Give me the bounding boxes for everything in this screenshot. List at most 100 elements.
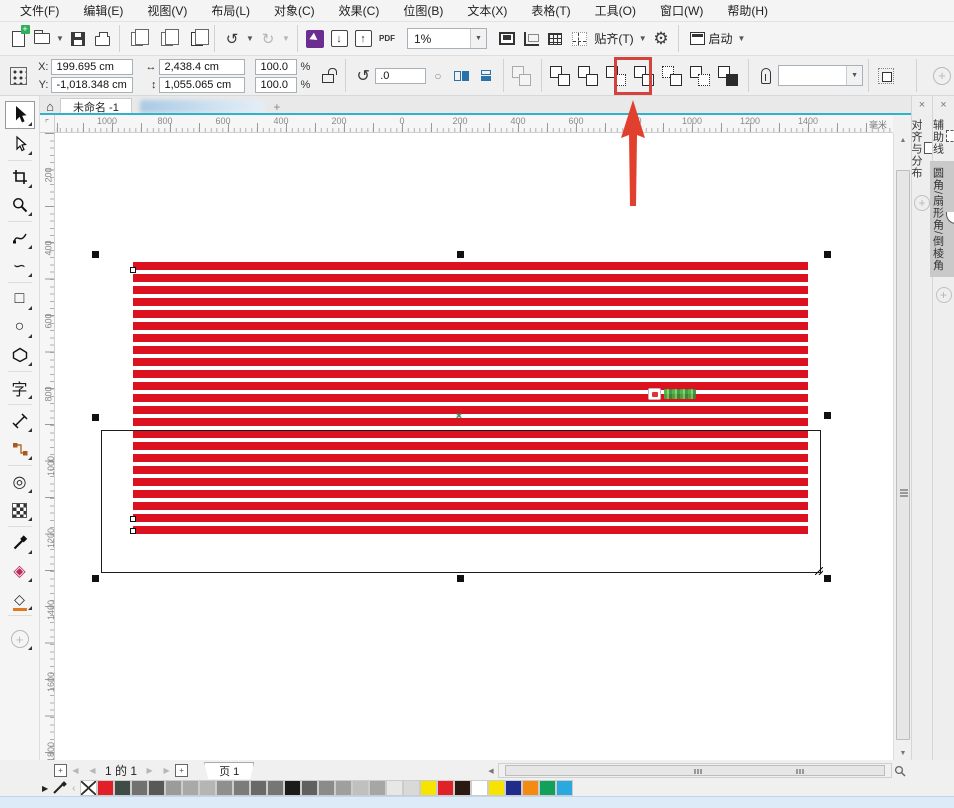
swatch-gray-e7[interactable] bbox=[386, 780, 403, 796]
docker-add-button[interactable]: + bbox=[914, 195, 930, 211]
polygon-tool[interactable] bbox=[6, 342, 34, 368]
undo-button[interactable]: ↺ bbox=[220, 26, 244, 52]
horizontal-scroll-thumb[interactable] bbox=[505, 765, 885, 776]
import-button[interactable]: ↓ bbox=[327, 26, 351, 52]
weld-button[interactable] bbox=[547, 63, 573, 89]
docker-add-button[interactable]: + bbox=[936, 287, 952, 303]
selection-handle-0[interactable] bbox=[92, 251, 99, 258]
x-position-field[interactable]: 199.695 cm bbox=[51, 59, 133, 75]
horizontal-ruler[interactable]: 毫米10008006004002000200400600800100012001… bbox=[55, 115, 893, 133]
swatch-gray-70[interactable] bbox=[131, 780, 148, 796]
copy-button[interactable] bbox=[155, 26, 179, 52]
object-width-field[interactable]: 2,438.4 cm bbox=[159, 59, 245, 75]
show-guidelines-button[interactable] bbox=[567, 26, 591, 52]
drawing-canvas[interactable]: × bbox=[55, 133, 893, 760]
vertical-ruler[interactable]: 20040060080010001200140016001800 bbox=[40, 133, 55, 760]
fill-pattern-tool[interactable] bbox=[6, 497, 34, 523]
object-height-field[interactable]: 1,055.065 cm bbox=[159, 77, 245, 93]
publish-pdf-button[interactable]: PDF bbox=[375, 26, 399, 52]
interactive-fill-tool[interactable]: ◈ bbox=[6, 558, 34, 584]
customize-button[interactable]: + bbox=[6, 626, 34, 652]
swatch-gray-7b[interactable] bbox=[233, 780, 250, 796]
swatch-gray-55[interactable] bbox=[148, 780, 165, 796]
smart-fill-tool[interactable]: ◇ bbox=[6, 586, 34, 612]
navigator-zoom-button[interactable] bbox=[892, 763, 908, 778]
crop-tool[interactable] bbox=[6, 164, 34, 190]
outline-pen-button[interactable] bbox=[754, 63, 778, 89]
artistic-media-tool[interactable]: ∽ bbox=[6, 253, 34, 279]
menu-item-window[interactable]: 窗口(W) bbox=[648, 0, 715, 21]
intersect-button[interactable] bbox=[603, 63, 629, 89]
outline-width-combo[interactable]: ▼ bbox=[778, 65, 863, 86]
open-dropdown[interactable]: ▼ bbox=[54, 26, 66, 52]
swatch-sky-blue[interactable] bbox=[556, 780, 573, 796]
document-tab-blurred[interactable] bbox=[140, 100, 265, 113]
undo-dropdown[interactable]: ▼ bbox=[244, 26, 256, 52]
open-button[interactable] bbox=[30, 26, 54, 52]
next-page-button[interactable]: ▶ bbox=[142, 762, 157, 778]
menu-item-file[interactable]: 文件(F) bbox=[8, 0, 71, 21]
text-tool[interactable]: 字 bbox=[6, 375, 34, 401]
menu-item-edit[interactable]: 编辑(E) bbox=[71, 0, 135, 21]
mirror-horizontal-button[interactable] bbox=[450, 63, 474, 89]
scale-h-field[interactable]: 100.0 bbox=[255, 59, 297, 75]
add-page-start-button[interactable]: + bbox=[54, 764, 67, 777]
vertical-scroll-thumb[interactable] bbox=[896, 170, 910, 740]
swatch-dark-olive[interactable] bbox=[114, 780, 131, 796]
pick-tool[interactable] bbox=[5, 101, 35, 129]
vertical-scrollbar[interactable]: ▲ ▼ bbox=[893, 133, 911, 760]
curve-node-2[interactable] bbox=[130, 528, 136, 534]
docker-close-button[interactable]: × bbox=[933, 96, 954, 113]
show-rulers-button[interactable] bbox=[519, 26, 543, 52]
swatch-gray-60[interactable] bbox=[301, 780, 318, 796]
menu-item-table[interactable]: 表格(T) bbox=[519, 0, 582, 21]
swatch-gray-d9[interactable] bbox=[403, 780, 420, 796]
swatch-gray-76[interactable] bbox=[267, 780, 284, 796]
menu-item-bitmaps[interactable]: 位图(B) bbox=[391, 0, 455, 21]
lock-ratio-button[interactable] bbox=[316, 63, 340, 89]
menu-item-help[interactable]: 帮助(H) bbox=[715, 0, 780, 21]
page-tab[interactable]: 页 1 bbox=[204, 762, 254, 779]
ruler-origin-corner[interactable]: ⌜ bbox=[40, 115, 55, 133]
options-button[interactable]: ⚙ bbox=[649, 26, 673, 52]
selection-handle-1[interactable] bbox=[457, 251, 464, 258]
curve-node-1[interactable] bbox=[130, 516, 136, 522]
selection-handle-7[interactable] bbox=[824, 575, 831, 582]
swatch-white[interactable] bbox=[471, 780, 488, 796]
docker-close-button[interactable]: × bbox=[912, 96, 932, 113]
selection-center-marker[interactable]: × bbox=[456, 412, 462, 422]
swatch-gray-9f[interactable] bbox=[335, 780, 352, 796]
create-boundary-button[interactable] bbox=[715, 63, 741, 89]
cut-button[interactable] bbox=[125, 26, 149, 52]
new-document-button[interactable] bbox=[6, 26, 30, 52]
launch-button[interactable]: 启动 ▼ bbox=[684, 26, 754, 52]
back-minus-front-button[interactable] bbox=[687, 63, 713, 89]
swatch-gray-8f[interactable] bbox=[216, 780, 233, 796]
snap-to-dropdown[interactable]: ▼ bbox=[637, 26, 649, 52]
swatch-gray-69[interactable] bbox=[250, 780, 267, 796]
menu-item-view[interactable]: 视图(V) bbox=[135, 0, 199, 21]
previous-page-button[interactable]: ◀ bbox=[85, 762, 100, 778]
swatch-red-2[interactable] bbox=[437, 780, 454, 796]
eyedropper-tool[interactable] bbox=[6, 530, 34, 556]
save-button[interactable] bbox=[66, 26, 90, 52]
outline-width-dropdown[interactable]: ▼ bbox=[846, 66, 862, 85]
menu-item-tools[interactable]: 工具(O) bbox=[583, 0, 648, 21]
swatch-no-color[interactable] bbox=[80, 780, 97, 796]
menu-item-object[interactable]: 对象(C) bbox=[262, 0, 327, 21]
swatch-gray-8b[interactable] bbox=[318, 780, 335, 796]
transparency-tool[interactable]: ◎ bbox=[6, 469, 34, 495]
selection-handle-3[interactable] bbox=[92, 414, 99, 421]
docker-tab-corner[interactable]: 圆角/扇形角/倒棱角 bbox=[930, 161, 954, 277]
paste-button[interactable] bbox=[185, 26, 209, 52]
wrap-text-button[interactable] bbox=[874, 63, 898, 89]
rotation-angle-field[interactable]: .0 bbox=[375, 68, 426, 84]
ellipse-tool[interactable]: ○ bbox=[6, 314, 34, 340]
shape-tool[interactable] bbox=[6, 131, 34, 157]
swatch-green[interactable] bbox=[539, 780, 556, 796]
palette-scroll-left[interactable]: ‹ bbox=[72, 783, 75, 794]
docker-tab-guidelines[interactable]: 辅助线 bbox=[930, 113, 954, 161]
swatch-gray-a6[interactable] bbox=[369, 780, 386, 796]
rectangle-tool[interactable]: □ bbox=[6, 286, 34, 312]
selection-handle-2[interactable] bbox=[824, 251, 831, 258]
